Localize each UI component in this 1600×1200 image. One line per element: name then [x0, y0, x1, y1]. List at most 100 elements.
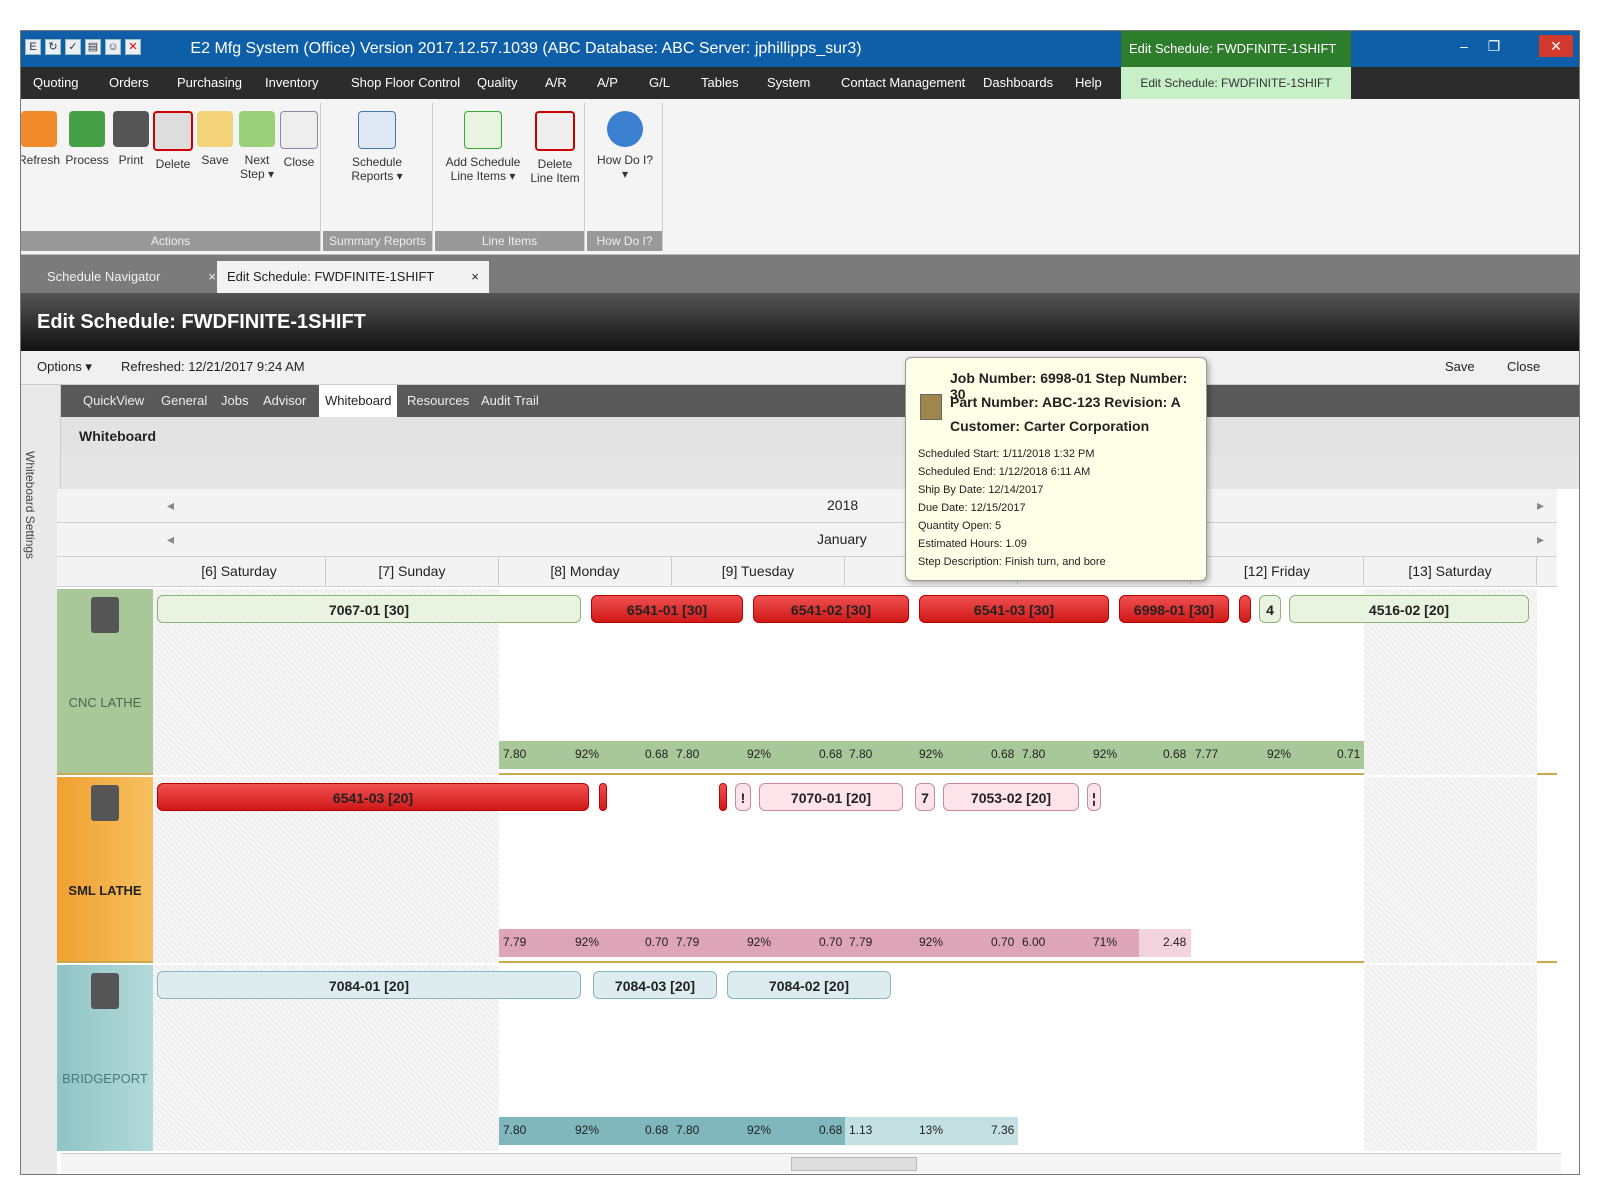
minimize-button[interactable]: –: [1451, 35, 1477, 57]
day-header: [12] Friday: [1191, 557, 1364, 585]
options-dropdown[interactable]: Options ▾: [37, 359, 92, 375]
tooltip-part-number: Part Number: ABC-123 Revision: A: [950, 394, 1181, 410]
menu-system[interactable]: System: [767, 75, 810, 90]
capacity-remaining: 0.70: [819, 935, 843, 949]
part-icon: [920, 394, 942, 420]
tab-whiteboard[interactable]: Whiteboard: [319, 385, 398, 417]
tooltip-scheduled-start: Scheduled Start: 1/11/2018 1:32 PM: [918, 448, 1095, 460]
job-bar[interactable]: 7084-01 [20]: [157, 971, 581, 999]
menu-dashboards[interactable]: Dashboards: [983, 75, 1053, 90]
job-bar[interactable]: 6541-02 [30]: [753, 595, 909, 623]
tab-audit-trail[interactable]: Audit Trail: [475, 385, 545, 417]
tab-general[interactable]: General: [155, 385, 213, 417]
capacity-hours: 7.80: [503, 1123, 527, 1137]
job-bar[interactable]: 7053-02 [20]: [943, 783, 1079, 811]
menu-inventory[interactable]: Inventory: [265, 75, 318, 90]
whiteboard-settings-tab[interactable]: Whiteboard Settings: [23, 451, 37, 559]
scroll-thumb[interactable]: [791, 1157, 917, 1171]
menu-gl[interactable]: G/L: [649, 75, 670, 90]
delete-line-icon: [535, 111, 575, 151]
job-bar[interactable]: 6541-03 [20]: [157, 783, 589, 811]
scroll-left-icon[interactable]: ◂: [167, 531, 174, 548]
close-window-button[interactable]: ✕: [1539, 35, 1573, 57]
menu-quality[interactable]: Quality: [477, 75, 517, 90]
menu-contact-management[interactable]: Contact Management: [841, 75, 965, 90]
refresh-icon: [21, 111, 57, 147]
capacity-hours: 1.13: [849, 1123, 873, 1137]
save-link[interactable]: Save: [1445, 359, 1475, 374]
delete-line-item-button[interactable]: Delete Line Item: [525, 111, 585, 185]
tab-schedule-navigator[interactable]: Schedule Navigator ×: [37, 261, 222, 293]
year-row: ◂ 2018 ▸: [57, 489, 1557, 523]
job-bar[interactable]: [719, 783, 727, 811]
refreshed-status: Refreshed: 12/21/2017 9:24 AM: [121, 359, 305, 374]
job-bar[interactable]: 7: [915, 783, 935, 811]
menu-purchasing[interactable]: Purchasing: [177, 75, 242, 90]
refresh-button[interactable]: Refresh: [21, 111, 65, 167]
scroll-left-icon[interactable]: ◂: [167, 497, 174, 514]
tab-advisor[interactable]: Advisor: [257, 385, 312, 417]
job-bar[interactable]: 4516-02 [20]: [1289, 595, 1529, 623]
close-tab-icon[interactable]: ×: [471, 261, 479, 293]
menu-ap[interactable]: A/P: [597, 75, 618, 90]
capacity-percent: 92%: [575, 1123, 600, 1137]
job-bar[interactable]: 6541-01 [30]: [591, 595, 743, 623]
scroll-right-icon[interactable]: ▸: [1537, 497, 1544, 514]
capacity-remaining: 0.70: [645, 935, 669, 949]
close-link[interactable]: Close: [1507, 359, 1540, 374]
scroll-right-icon[interactable]: ▸: [1537, 531, 1544, 548]
capacity-percent: 92%: [919, 747, 944, 761]
add-icon: [464, 111, 502, 149]
menu-shop-floor-control[interactable]: Shop Floor Control: [351, 75, 460, 90]
capacity-hours: 7.79: [849, 935, 873, 949]
job-bar[interactable]: ¦: [1087, 783, 1101, 811]
capacity-percent: 92%: [575, 935, 600, 949]
menu-tables[interactable]: Tables: [701, 75, 739, 90]
day-row: [6] Saturday [7] Sunday [8] Monday [9] T…: [57, 557, 1557, 587]
job-bar[interactable]: 7084-02 [20]: [727, 971, 891, 999]
capacity-remaining: 0.70: [991, 935, 1015, 949]
resource-name: SML LATHE: [68, 883, 142, 898]
job-bar[interactable]: 7084-03 [20]: [593, 971, 717, 999]
tab-edit-schedule[interactable]: Edit Schedule: FWDFINITE-1SHIFT ×: [217, 261, 489, 293]
how-do-i-button[interactable]: How Do I? ▾: [595, 111, 655, 181]
job-bar[interactable]: 7067-01 [30]: [157, 595, 581, 623]
menu-help[interactable]: Help: [1075, 75, 1102, 90]
job-bar[interactable]: !: [735, 783, 751, 811]
tooltip-quantity-open: Quantity Open: 5: [918, 520, 1002, 532]
menu-quoting[interactable]: Quoting: [33, 75, 79, 90]
job-bar[interactable]: 7070-01 [20]: [759, 783, 903, 811]
tab-jobs[interactable]: Jobs: [215, 385, 254, 417]
horizontal-scrollbar[interactable]: [61, 1153, 1561, 1173]
weekend-shading: [1364, 965, 1537, 1151]
job-bar[interactable]: 4: [1259, 595, 1281, 623]
menu-ar[interactable]: A/R: [545, 75, 567, 90]
restore-button[interactable]: ❐: [1481, 35, 1507, 57]
job-bar[interactable]: [599, 783, 607, 811]
window-title: E2 Mfg System (Office) Version 2017.12.5…: [190, 40, 862, 57]
add-schedule-line-items-button[interactable]: Add Schedule Line Items ▾: [443, 111, 523, 183]
menu-edit-schedule-tab[interactable]: Edit Schedule: FWDFINITE-1SHIFT: [1121, 67, 1351, 99]
close-doc-icon: [280, 111, 318, 149]
close-button[interactable]: Close: [273, 111, 325, 169]
ribbon-group-line-items: Add Schedule Line Items ▾ Delete Line It…: [435, 103, 585, 251]
resource-label: BRIDGEPORT: [57, 965, 153, 1151]
capacity-hours: 7.80: [1022, 747, 1046, 761]
capacity-hours: 6.00: [1022, 935, 1046, 949]
job-bar-selected[interactable]: 6998-01 [30]: [1119, 595, 1229, 623]
day-header: [7] Sunday: [326, 557, 499, 585]
menu-orders[interactable]: Orders: [109, 75, 149, 90]
day-header: [9] Tuesday: [672, 557, 845, 585]
save-folder-icon: [197, 111, 233, 147]
ribbon-group-label: Summary Reports: [323, 231, 432, 251]
capacity-remaining: 2.48: [1163, 935, 1187, 949]
capacity-remaining: 0.68: [819, 1123, 843, 1137]
schedule-reports-button[interactable]: Schedule Reports ▾: [337, 111, 417, 183]
job-bar[interactable]: [1239, 595, 1251, 623]
close-tab-icon[interactable]: ×: [208, 261, 216, 293]
job-bar[interactable]: 6541-03 [30]: [919, 595, 1109, 623]
tab-quickview[interactable]: QuickView: [77, 385, 150, 417]
weekend-shading: [1364, 777, 1537, 963]
context-title: Edit Schedule: FWDFINITE-1SHIFT: [1121, 31, 1351, 67]
tab-resources[interactable]: Resources: [401, 385, 475, 417]
